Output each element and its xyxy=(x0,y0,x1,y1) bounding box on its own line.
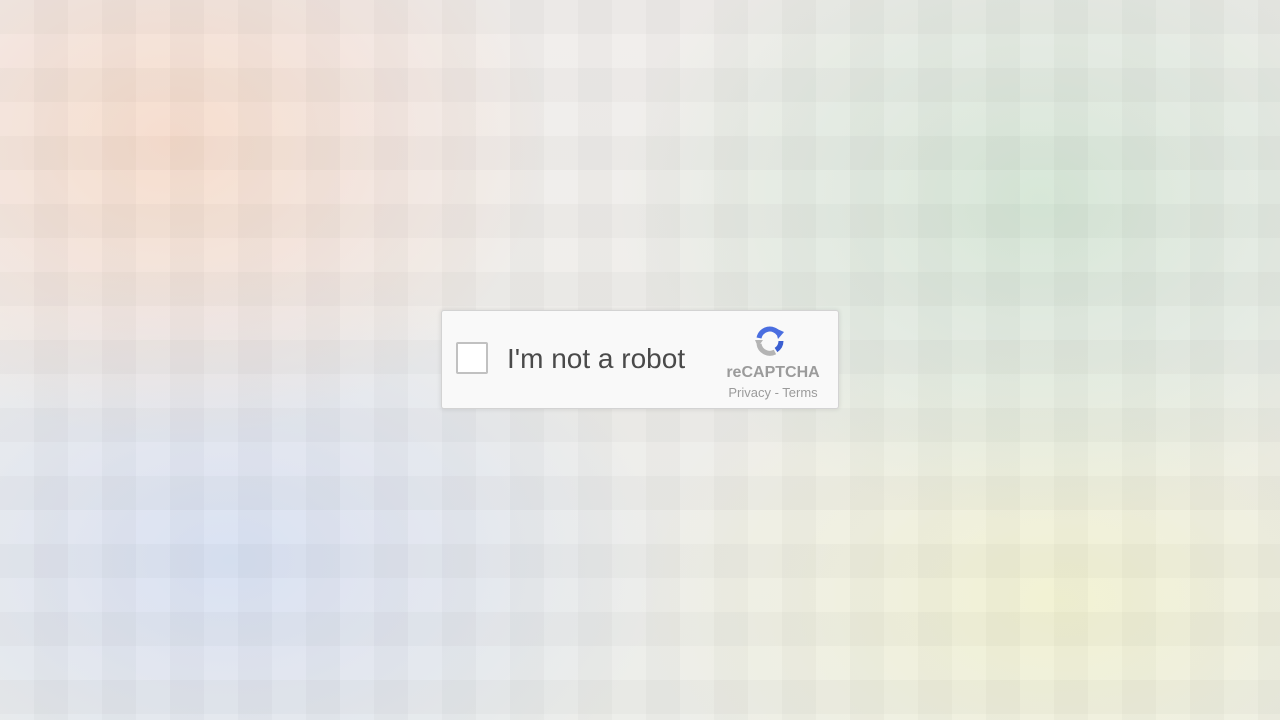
recaptcha-widget: I'm not a robot reCAPTCHA Privacy - Term… xyxy=(441,310,839,409)
checkbox-label: I'm not a robot xyxy=(507,343,686,374)
recaptcha-branding: reCAPTCHA Privacy - Terms xyxy=(708,311,838,408)
privacy-link[interactable]: Privacy xyxy=(728,385,771,400)
recaptcha-checkbox[interactable] xyxy=(456,342,488,374)
link-separator: - xyxy=(770,385,783,400)
recaptcha-logo-icon xyxy=(755,326,784,356)
terms-link[interactable]: Terms xyxy=(782,385,817,400)
recaptcha-brand-name: reCAPTCHA xyxy=(726,364,820,381)
recaptcha-links: Privacy - Terms xyxy=(708,385,838,400)
